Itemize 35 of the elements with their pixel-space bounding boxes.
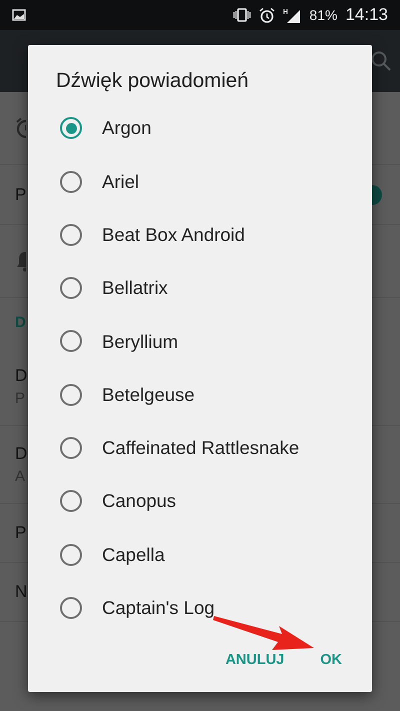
setting-title: D: [15, 364, 28, 386]
signal-icon: [283, 8, 302, 22]
dialog-title: Dźwięk powiadomień: [56, 69, 250, 94]
radio-option[interactable]: Argon: [28, 102, 372, 155]
radio-option[interactable]: Caffeinated Rattlesnake: [28, 421, 372, 475]
radio-icon[interactable]: [60, 117, 82, 140]
radio-option[interactable]: Beryllium: [28, 314, 372, 368]
radio-option[interactable]: Capella: [28, 528, 372, 582]
radio-option[interactable]: Canopus: [28, 474, 372, 528]
radio-icon[interactable]: [60, 224, 82, 246]
radio-icon[interactable]: [60, 330, 82, 352]
radio-icon[interactable]: [60, 544, 82, 566]
setting-title: D: [15, 442, 28, 464]
radio-icon[interactable]: [60, 277, 82, 300]
picture-icon: [12, 9, 26, 21]
alarm-icon: [15, 117, 26, 139]
vibrate-icon: [233, 8, 252, 22]
setting-title: P: [15, 184, 26, 206]
radio-option[interactable]: Bellatrix: [28, 261, 372, 315]
radio-icon[interactable]: [60, 384, 82, 406]
radio-icon[interactable]: [60, 490, 82, 512]
setting-title: N: [15, 581, 28, 604]
radio-icon[interactable]: [60, 437, 82, 460]
setting-title: P: [15, 522, 26, 544]
bell-icon: [15, 250, 26, 272]
section-header: D: [15, 312, 26, 333]
radio-icon[interactable]: [60, 170, 82, 193]
alarm-icon: [259, 8, 276, 22]
radio-icon[interactable]: [60, 596, 82, 619]
radio-option[interactable]: Ariel: [28, 154, 372, 208]
battery-level: 81%: [309, 6, 338, 24]
clock: 14:13: [345, 4, 388, 26]
radio-option[interactable]: Betelgeuse: [28, 368, 372, 422]
radio-option[interactable]: Beat Box Android: [28, 208, 372, 262]
search-icon[interactable]: [370, 50, 392, 72]
